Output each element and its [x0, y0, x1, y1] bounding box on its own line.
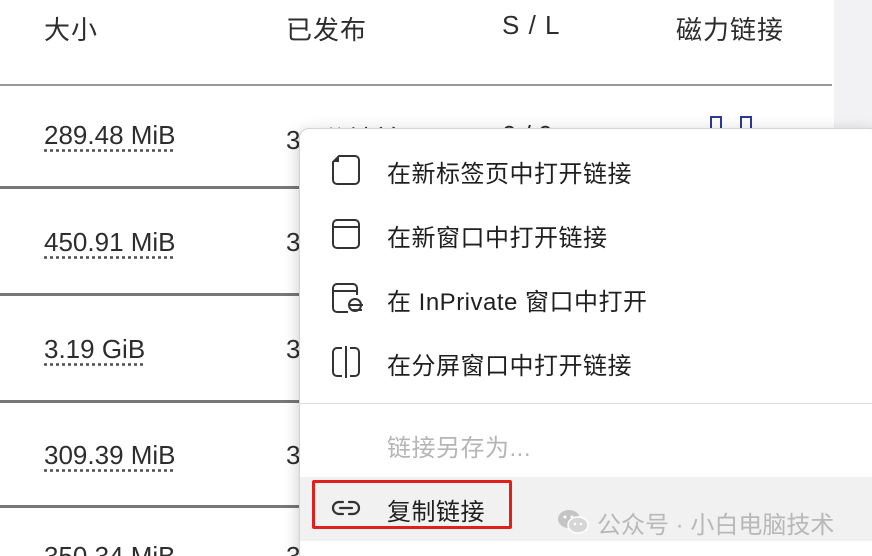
menu-item-open-inprivate[interactable]: 在 InPrivate 窗口中打开 — [300, 267, 872, 331]
header-magnet[interactable]: 磁力链接 — [676, 10, 784, 47]
size-value: 350.34 MiB — [44, 541, 176, 556]
menu-item-label: 在分屏窗口中打开链接 — [387, 352, 632, 380]
menu-item-label: 在新窗口中打开链接 — [387, 224, 608, 252]
wechat-icon — [557, 508, 589, 536]
size-value: 309.39 MiB — [44, 440, 176, 470]
menu-item-label: 在新标签页中打开链接 — [387, 160, 632, 188]
menu-separator — [300, 403, 872, 404]
header-size[interactable]: 大小 — [44, 10, 98, 47]
menu-item-open-new-window[interactable]: 在新窗口中打开链接 — [300, 203, 872, 267]
annotation-highlight-box — [312, 480, 512, 529]
header-seeders-leechers[interactable]: S / L — [502, 10, 560, 41]
new-window-icon — [330, 217, 362, 251]
inprivate-window-icon — [330, 281, 363, 315]
menu-item-open-split-screen[interactable]: 在分屏窗口中打开链接 — [300, 331, 872, 395]
watermark: 公众号 · 小白电脑技术 — [557, 506, 835, 539]
size-value: 3.19 GiB — [44, 334, 146, 364]
menu-item-open-new-tab[interactable]: 在新标签页中打开链接 — [300, 139, 872, 203]
menu-item-label: 在 InPrivate 窗口中打开 — [387, 288, 648, 316]
header-published[interactable]: 已发布 — [286, 10, 367, 47]
header-divider — [0, 84, 832, 86]
new-tab-icon — [330, 153, 362, 187]
menu-item-save-link-as[interactable]: 链接另存为... — [300, 413, 872, 477]
size-value: 289.48 MiB — [44, 120, 176, 150]
menu-item-label: 链接另存为... — [387, 434, 532, 462]
split-screen-icon — [330, 345, 362, 379]
watermark-text: 公众号 · 小白电脑技术 — [597, 511, 835, 539]
size-value: 450.91 MiB — [44, 227, 176, 257]
